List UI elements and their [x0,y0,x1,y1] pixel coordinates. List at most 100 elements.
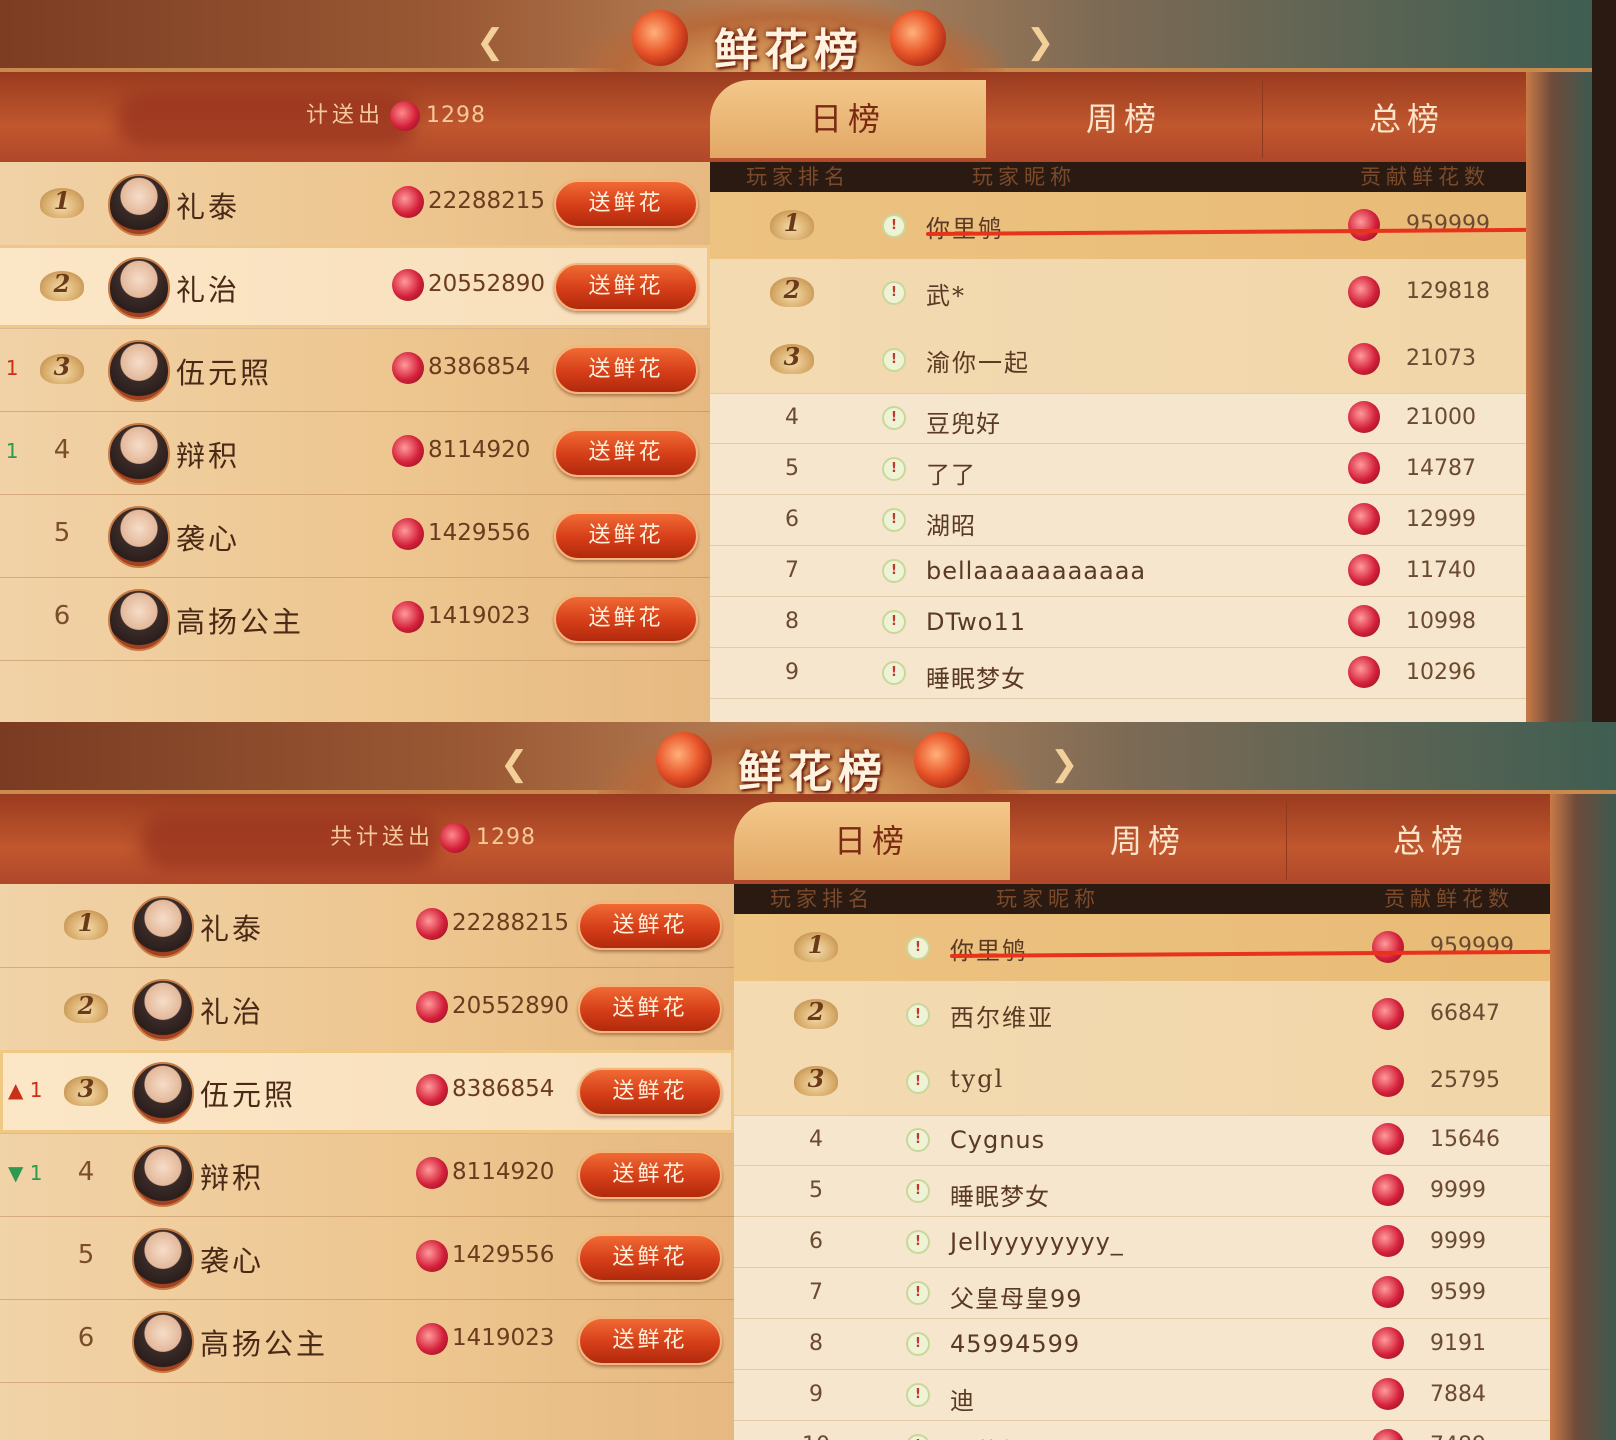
report-icon[interactable]: ! [882,348,906,372]
send-flowers-button[interactable]: 送鲜花 [578,985,722,1033]
player-row[interactable]: 6! 湖昭 12999 [710,495,1526,546]
player-row[interactable]: 3! 渝你一起 21073 [710,326,1526,394]
report-icon[interactable]: ! [882,214,906,238]
character-row[interactable]: 1 礼泰 22288215 送鲜花 [0,162,710,246]
contributed-flowers: 25795 [1430,1068,1500,1093]
contributed-flowers: 7489 [1430,1433,1486,1440]
rank-number: 4 [77,1157,95,1187]
total-sent: 计送出 1298 [306,97,486,131]
character-name: 礼泰 [176,190,241,224]
rank-number: 4 [809,1127,823,1152]
send-flowers-button[interactable]: 送鲜花 [554,429,698,477]
rose-icon [416,908,448,940]
character-row[interactable]: 6 高扬公主 1419023 送鲜花 [0,577,710,661]
player-row[interactable]: 8! 45994599 9191 [734,1319,1550,1370]
report-icon[interactable]: ! [906,1003,930,1027]
player-row[interactable]: 10! 思草然 7489 [734,1421,1550,1440]
rank-number: 7 [809,1280,823,1305]
send-flowers-button[interactable]: 送鲜花 [578,1234,722,1282]
player-row[interactable]: 3! tygl 25795 [734,1048,1550,1116]
character-row[interactable]: 2 礼治 20552890 送鲜花 [0,245,710,329]
report-icon[interactable]: ! [882,406,906,430]
rank-up-indicator: ▲ 1 [8,1078,42,1102]
ornament-left-icon: ❮ [500,744,529,784]
player-row[interactable]: 5! 了了 14787 [710,444,1526,495]
rose-icon [416,1240,448,1272]
ornament-right-icon: ❯ [1050,744,1079,784]
report-icon[interactable]: ! [906,1128,930,1152]
player-nickname: 睡眠梦女 [926,665,1026,693]
rank-medal-icon: 2 [64,987,108,1027]
character-row[interactable]: 5 袭心 1429556 送鲜花 [0,494,710,578]
tab-weekly[interactable]: 周榜 [986,80,1263,158]
player-row[interactable]: 7! 父皇母皇99 9599 [734,1268,1550,1319]
report-icon[interactable]: ! [906,1383,930,1407]
tab-weekly[interactable]: 周榜 [1010,802,1287,880]
character-row[interactable]: ▲ 1 3 伍元照 8386854 送鲜花 [0,328,710,412]
character-row[interactable]: ▼ 1 4 辩积 8114920 送鲜花 [0,411,710,495]
report-icon[interactable]: ! [906,1179,930,1203]
player-nickname: 你里鸲 [950,937,1028,965]
report-icon[interactable]: ! [882,508,906,532]
panel-inner: 鲜花榜 ❮ ❯ 共计送出 1298 日榜 周榜 总榜 玩家排名 玩家昵称 贡献鲜花数 1 礼泰 22288… [0,722,1616,1440]
character-row[interactable]: 2 礼治 20552890 送鲜花 [0,967,734,1051]
character-row[interactable]: 5 袭心 1429556 送鲜花 [0,1216,734,1300]
player-row[interactable]: 5! 睡眠梦女 9999 [734,1166,1550,1217]
report-icon[interactable]: ! [882,661,906,685]
player-row[interactable]: 1! 你里鸲 959999 [734,914,1550,982]
send-flowers-button[interactable]: 送鲜花 [578,1317,722,1365]
player-row[interactable]: 2! 西尔维亚 66847 [734,981,1550,1049]
rank-number: 6 [785,507,799,532]
player-row[interactable]: 8! DTwo11 10998 [710,597,1526,648]
report-icon[interactable]: ! [906,1434,930,1440]
player-row[interactable]: 9! 睡眠梦女 10296 [710,648,1526,699]
tab-daily[interactable]: 日榜 [734,802,1010,880]
send-flowers-button[interactable]: 送鲜花 [578,1151,722,1199]
player-row[interactable]: 6! Jellyyyyyyyy_ 9999 [734,1217,1550,1268]
player-row[interactable]: 1! 你里鸲 959999 [710,192,1526,260]
rank-number: 9 [785,660,799,685]
report-icon[interactable]: ! [906,1281,930,1305]
tab-total[interactable]: 总榜 [1262,80,1552,158]
report-icon[interactable]: ! [882,281,906,305]
report-icon[interactable]: ! [906,1332,930,1356]
character-row[interactable]: 1 礼泰 22288215 送鲜花 [0,884,734,968]
player-row[interactable]: 4! Cygnus 15646 [734,1115,1550,1166]
panel-inner: 鲜花榜 ❮ ❯ 计送出 1298 日榜 周榜 总榜 玩家排名 玩家昵称 贡献鲜花数 1 礼泰 222882… [0,0,1592,722]
character-row[interactable]: ▲ 1 3 伍元照 8386854 送鲜花 [0,1050,734,1134]
send-flowers-button[interactable]: 送鲜花 [578,1068,722,1116]
contributed-flowers: 11740 [1406,558,1476,583]
send-flowers-button[interactable]: 送鲜花 [554,512,698,560]
player-row[interactable]: 4! 豆兜好 21000 [710,393,1526,444]
player-nickname: 45994599 [950,1330,1081,1358]
rose-icon [1372,1065,1404,1097]
report-icon[interactable]: ! [882,457,906,481]
character-row[interactable]: ▼ 1 4 辩积 8114920 送鲜花 [0,1133,734,1217]
rose-icon [1372,931,1404,963]
player-row[interactable]: 9! 迪 7884 [734,1370,1550,1421]
medal-rank-number: 3 [807,1064,825,1093]
rank-medal-icon: 3 [770,338,814,378]
report-icon[interactable]: ! [882,559,906,583]
report-icon[interactable]: ! [882,610,906,634]
tab-total[interactable]: 总榜 [1286,802,1576,880]
report-icon[interactable]: ! [906,936,930,960]
send-flowers-button[interactable]: 送鲜花 [554,263,698,311]
report-icon[interactable]: ! [906,1070,930,1094]
player-row[interactable]: 7! bellaaaaaaaaaaa 11740 [710,546,1526,597]
send-flowers-button[interactable]: 送鲜花 [554,346,698,394]
character-row[interactable]: 6 高扬公主 1419023 送鲜花 [0,1299,734,1383]
send-flowers-button[interactable]: 送鲜花 [578,902,722,950]
report-icon[interactable]: ! [906,1230,930,1254]
medal-rank-number: 2 [77,991,95,1020]
rank-down-indicator: ▼ 1 [8,1161,42,1185]
player-row[interactable]: 2! 武* 129818 [710,259,1526,327]
tab-daily[interactable]: 日榜 [710,80,986,158]
rank-change-value: 1 [29,1078,43,1102]
rank-change-value: 1 [29,1161,43,1185]
send-flowers-button[interactable]: 送鲜花 [554,180,698,228]
contributed-flowers: 12999 [1406,507,1476,532]
character-list: 1 礼泰 22288215 送鲜花 2 礼治 20552890 送鲜花 ▲ 1 3 伍元照 83868… [0,884,734,1440]
player-nickname: DTwo11 [926,608,1027,636]
send-flowers-button[interactable]: 送鲜花 [554,595,698,643]
